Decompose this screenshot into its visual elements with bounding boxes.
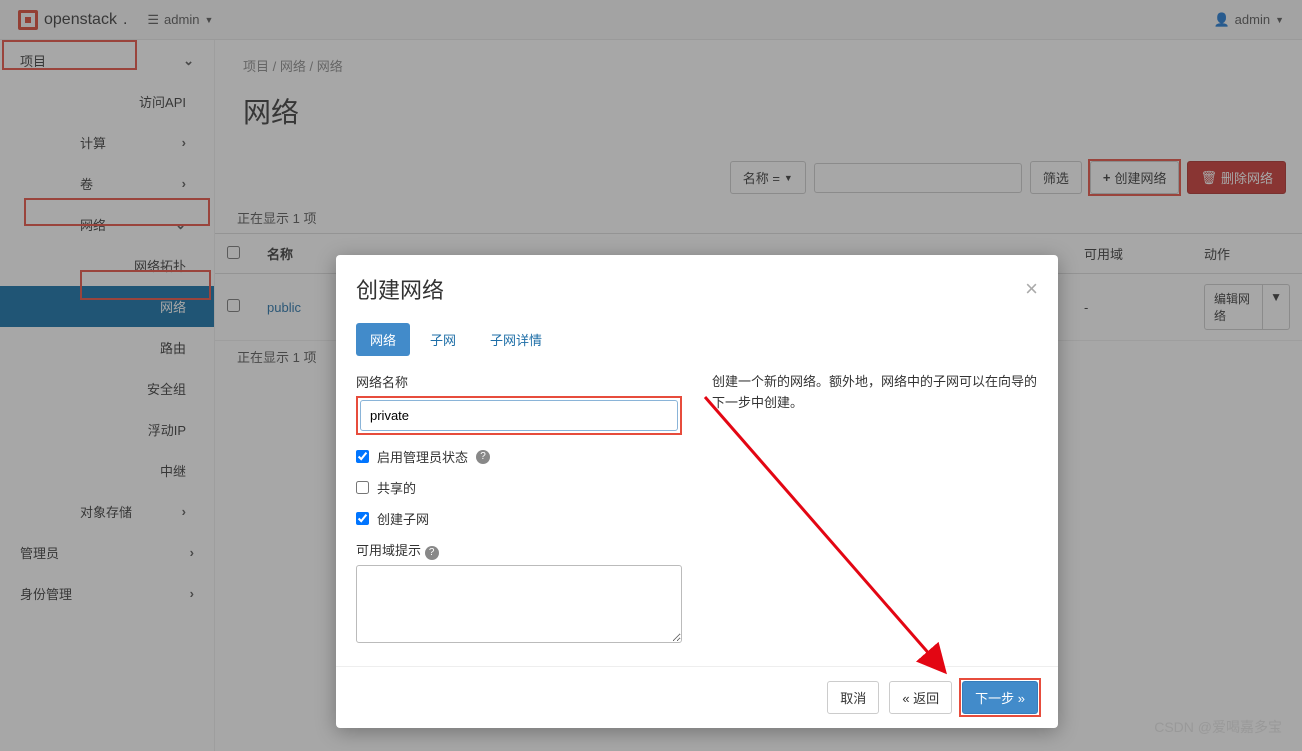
tab-subnet[interactable]: 子网	[416, 323, 470, 356]
label-shared: 共享的	[377, 478, 416, 497]
shared-checkbox[interactable]	[356, 481, 369, 494]
next-button[interactable]: 下一步 »	[962, 681, 1038, 714]
watermark: CSDN @爱喝嘉多宝	[1154, 717, 1282, 737]
modal-helptext: 创建一个新的网络。额外地，网络中的子网可以在向导的下一步中创建。	[712, 370, 1038, 646]
create-subnet-checkbox[interactable]	[356, 512, 369, 525]
help-icon[interactable]: ?	[425, 546, 439, 560]
tab-subnet-detail[interactable]: 子网详情	[476, 323, 556, 356]
label-admin-state: 启用管理员状态	[377, 447, 468, 466]
modal-title: 创建网络	[356, 273, 444, 305]
back-button[interactable]: « 返回	[889, 681, 952, 714]
cancel-button[interactable]: 取消	[827, 681, 879, 714]
tab-network[interactable]: 网络	[356, 323, 410, 356]
network-name-input[interactable]	[360, 400, 678, 431]
label-create-subnet: 创建子网	[377, 509, 429, 528]
modal-tabs: 网络 子网 子网详情	[336, 323, 1058, 370]
close-icon[interactable]: ×	[1025, 276, 1038, 302]
admin-state-checkbox[interactable]	[356, 450, 369, 463]
label-az-hint: 可用域提示 ?	[356, 540, 682, 560]
label-network-name: 网络名称	[356, 372, 682, 391]
create-network-modal: 创建网络 × 网络 子网 子网详情 网络名称 启用管理员状态 ? 共享的 创建子…	[336, 255, 1058, 728]
az-hint-textarea[interactable]	[356, 565, 682, 643]
help-icon[interactable]: ?	[476, 450, 490, 464]
